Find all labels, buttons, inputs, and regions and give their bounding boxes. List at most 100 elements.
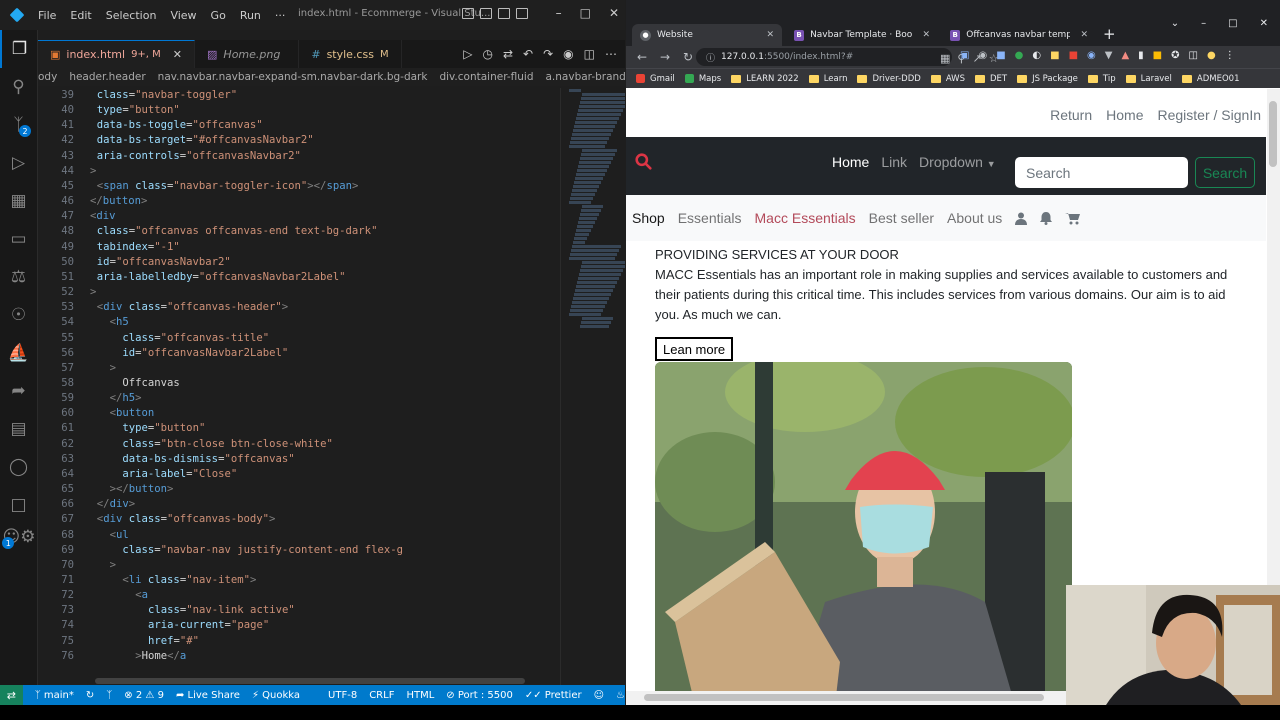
bookmark-item[interactable]: DET <box>974 74 1007 84</box>
run-icon[interactable]: ▷ <box>463 47 472 61</box>
minimap[interactable] <box>560 88 625 685</box>
breadcrumb-item[interactable]: a.navbar-brand <box>546 71 626 83</box>
preview-icon[interactable]: ▤ <box>0 410 37 448</box>
extension-8-icon[interactable]: ◉ <box>1087 50 1096 61</box>
nav-best-seller[interactable]: Best seller <box>869 210 934 226</box>
extension-3-icon[interactable]: ■ <box>996 50 1005 61</box>
feedback-icon[interactable]: ☺ <box>594 690 604 701</box>
breadcrumb-item[interactable]: ody <box>38 71 57 83</box>
bookmark-item[interactable]: ADMEO01 <box>1181 74 1239 84</box>
editor-tab[interactable]: ▨ Home.png <box>195 40 300 68</box>
browser-tab-website[interactable]: ● Website ✕ <box>632 24 782 46</box>
profile-avatar-icon[interactable]: ● <box>1207 50 1216 61</box>
timeline-icon[interactable]: ◷ <box>483 47 493 61</box>
live-share-icon[interactable]: ➦ <box>0 372 37 410</box>
toggle-sidebar-icon[interactable] <box>462 8 474 19</box>
learn-more-button[interactable]: Lean more <box>655 337 734 361</box>
browser-close-icon[interactable]: ✕ <box>1260 18 1268 29</box>
nav-link[interactable]: Link <box>881 154 907 170</box>
page-horizontal-scroll-thumb[interactable] <box>644 694 1044 701</box>
settings-gear-icon[interactable]: ⚙ <box>20 518 35 556</box>
source-control-icon[interactable]: ᛉ2 <box>0 106 37 144</box>
side-panel-icon[interactable]: ◫ <box>1189 50 1198 61</box>
run-debug-icon[interactable]: ▷ <box>0 144 37 182</box>
browser-tab-navbar-template[interactable]: B Navbar Template · Bootstrap v5 ✕ <box>786 24 938 46</box>
menu-item[interactable]: Selection <box>106 9 157 22</box>
breadcrumb-item[interactable]: nav.navbar.navbar-expand-sm.navbar-dark.… <box>158 71 428 83</box>
account-icon[interactable]: ☺ 1 <box>2 518 20 556</box>
extension-7-icon[interactable]: ■ <box>1069 50 1078 61</box>
breadcrumb-item[interactable]: div.container-fluid <box>439 71 533 83</box>
problems-status[interactable]: ⊗ 2 ⚠ 9 <box>124 690 164 701</box>
menu-item[interactable]: ··· <box>275 9 286 22</box>
close-icon[interactable]: ✕ <box>609 6 619 20</box>
menu-item[interactable]: Edit <box>70 9 91 22</box>
sync-icon[interactable]: ↻ <box>86 690 94 701</box>
reload-icon[interactable]: ↻ <box>681 50 695 64</box>
nav-home-link[interactable]: Home <box>832 154 869 170</box>
nav-macc-essentials[interactable]: Macc Essentials <box>755 210 856 226</box>
extension-2-icon[interactable]: ◉ <box>978 50 987 61</box>
menu-item[interactable]: Run <box>240 9 261 22</box>
user-icon[interactable] <box>1015 212 1028 225</box>
extensions-icon[interactable]: ▦ <box>0 182 37 220</box>
bookmark-item[interactable]: Driver-DDD <box>857 74 921 84</box>
extension-1-icon[interactable]: ▣ <box>960 50 969 61</box>
browser-minimize-icon[interactable]: – <box>1201 18 1206 29</box>
split-editor-icon[interactable]: ◫ <box>584 47 595 61</box>
extension-5-icon[interactable]: ◐ <box>1032 50 1041 61</box>
git-graph-icon[interactable]: ᛉ <box>106 690 112 701</box>
go-back-icon[interactable]: ↶ <box>523 47 533 61</box>
bookmark-item[interactable]: Tip <box>1087 74 1116 84</box>
explorer-icon[interactable]: ❐ <box>0 30 37 68</box>
branch-status[interactable]: ᛉ main* <box>35 690 74 701</box>
remote-explorer-icon[interactable]: ▭ <box>0 220 37 258</box>
new-tab-icon[interactable]: + <box>1103 25 1116 43</box>
cart-icon[interactable] <box>1065 212 1081 225</box>
bookmark-item[interactable]: Maps <box>684 74 721 84</box>
extension-10-icon[interactable]: ▲ <box>1121 50 1129 61</box>
search-button[interactable]: Search <box>1195 157 1255 188</box>
url-bar[interactable]: ⓘ 127.0.0.1:5500/index.html?# ▦ ⚲ ↗ ☆ <box>696 48 999 66</box>
breadcrumb-item[interactable]: header.header <box>69 71 145 83</box>
horizontal-scrollbar[interactable] <box>95 678 525 684</box>
editor-tab[interactable]: # style.css M <box>299 40 402 68</box>
browser-tab-search-icon[interactable]: ⌄ <box>1171 18 1179 29</box>
tab-close-icon[interactable]: ✕ <box>922 30 930 40</box>
bookmark-item[interactable]: LEARN 2022 <box>731 74 799 84</box>
forward-icon[interactable]: → <box>658 50 672 64</box>
customize-layout-icon[interactable] <box>516 8 528 19</box>
testing-icon[interactable]: ⚖ <box>0 258 37 296</box>
bookmark-item[interactable]: Learn <box>808 74 847 84</box>
back-icon[interactable]: ← <box>635 50 649 64</box>
nav-shop[interactable]: Shop <box>632 210 665 226</box>
live-share-status[interactable]: ➦ Live Share <box>176 690 240 701</box>
extension-6-icon[interactable]: ■ <box>1050 50 1059 61</box>
menu-item[interactable]: File <box>38 9 56 22</box>
home-link[interactable]: Home <box>1106 107 1143 123</box>
prettier-status[interactable]: ✓✓ Prettier <box>525 690 582 701</box>
open-changes-icon[interactable]: ◉ <box>563 47 573 61</box>
page-vertical-scroll-thumb[interactable] <box>1269 101 1277 167</box>
browser-tab-offcanvas[interactable]: B Offcanvas navbar template · Bo ✕ <box>942 24 1096 46</box>
extension-11-icon[interactable]: ▮ <box>1138 50 1144 61</box>
bookmark-item[interactable]: AWS <box>930 74 965 84</box>
code-editor[interactable]: 39 class="navbar-toggler" 40 type="button" 4… <box>38 88 558 678</box>
tab-close-icon[interactable]: ✕ <box>173 48 182 61</box>
compare-icon[interactable]: ⇄ <box>503 47 513 61</box>
site-info-icon[interactable]: ⓘ <box>706 51 715 64</box>
quokka-status[interactable]: ⚡ Quokka <box>252 690 300 701</box>
toggle-panel-icon[interactable] <box>480 8 492 19</box>
editor-tab[interactable]: ▣ index.html 9+, M ✕ <box>38 40 196 68</box>
bookmark-item[interactable]: JS Package <box>1017 74 1078 84</box>
menu-item[interactable]: Go <box>211 9 226 22</box>
port-status[interactable]: ⊘ Port : 5500 <box>446 690 513 701</box>
maximize-icon[interactable]: □ <box>580 6 591 20</box>
gitlens-icon[interactable]: ☉ <box>0 296 37 334</box>
browser-maximize-icon[interactable]: □ <box>1228 18 1237 29</box>
go-forward-icon[interactable]: ↷ <box>543 47 553 61</box>
nav-dropdown[interactable]: Dropdown ▼ <box>919 154 996 170</box>
search-input[interactable]: Search <box>1015 157 1188 188</box>
brand-search-icon[interactable] <box>635 153 652 170</box>
docker-icon[interactable]: ⛵ <box>0 334 37 372</box>
